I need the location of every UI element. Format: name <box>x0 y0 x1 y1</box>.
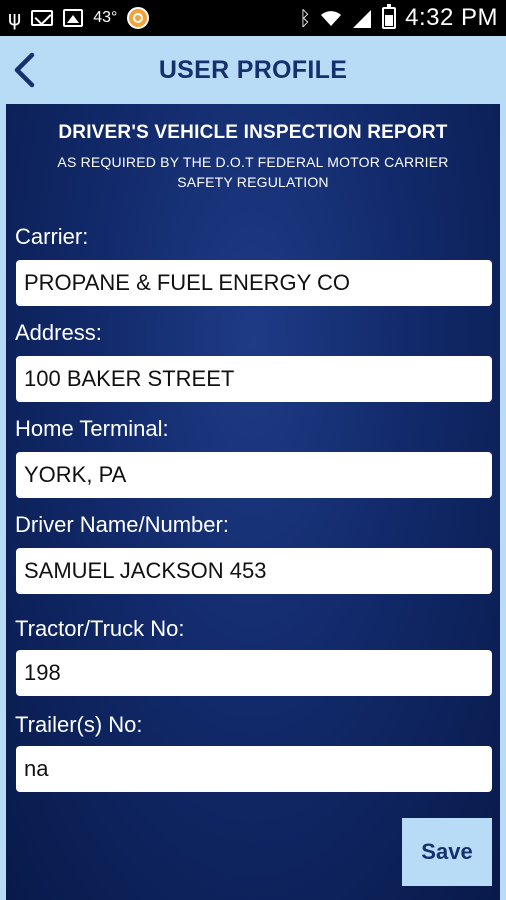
carrier-input[interactable] <box>16 260 492 306</box>
save-button[interactable]: Save <box>402 818 492 886</box>
address-input[interactable] <box>16 356 492 402</box>
carrier-label: Carrier: <box>15 224 89 249</box>
report-subtitle: AS REQUIRED BY THE D.O.T FEDERAL MOTOR C… <box>57 154 449 190</box>
app-notification-icon <box>127 7 150 29</box>
gallery-icon <box>63 9 84 27</box>
temperature-text: 43° <box>93 9 118 26</box>
wifi-icon <box>321 11 342 26</box>
trailer-number-label: Trailer(s) No: <box>15 712 143 737</box>
status-notifications: ψ 43° <box>8 6 150 30</box>
trailer-number-input[interactable] <box>16 746 492 792</box>
status-system: ᛒ 4:32 PM <box>299 4 498 32</box>
clock: 4:32 PM <box>405 4 498 31</box>
inspection-form-panel: DRIVER'S VEHICLE INSPECTION REPORT AS RE… <box>6 104 500 900</box>
battery-icon <box>382 4 397 29</box>
driver-name-label: Driver Name/Number: <box>15 512 229 537</box>
driver-name-input[interactable] <box>16 548 492 594</box>
bluetooth-icon: ᛒ <box>299 6 312 30</box>
signal-icon <box>353 10 372 28</box>
gmail-icon <box>31 10 54 26</box>
home-terminal-label: Home Terminal: <box>15 416 169 441</box>
truck-number-label: Tractor/Truck No: <box>15 616 185 641</box>
report-title: DRIVER'S VEHICLE INSPECTION REPORT <box>58 122 448 143</box>
home-terminal-input[interactable] <box>16 452 492 498</box>
usb-icon: ψ <box>8 6 22 30</box>
address-label: Address: <box>15 320 102 345</box>
status-bar: ψ 43° ᛒ 4:32 PM <box>0 0 506 36</box>
truck-number-input[interactable] <box>16 650 492 696</box>
page-title: USER PROFILE <box>158 56 348 84</box>
app-header: USER PROFILE <box>0 36 506 104</box>
